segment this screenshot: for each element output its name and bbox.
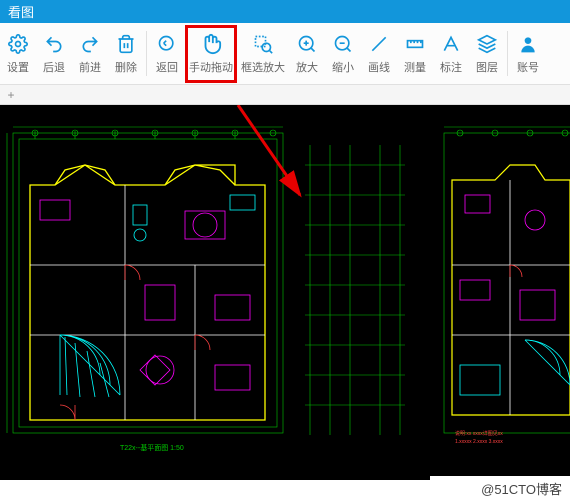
zoom-out-button[interactable]: 缩小 [325, 25, 361, 83]
gear-icon [7, 33, 29, 55]
redo-icon [79, 33, 101, 55]
measure-label: 测量 [404, 59, 426, 75]
box-zoom-icon [252, 33, 274, 55]
line-icon [368, 33, 390, 55]
zoom-out-label: 缩小 [332, 59, 354, 75]
hand-icon [200, 33, 222, 55]
annotate-label: 标注 [440, 59, 462, 75]
box-zoom-button[interactable]: 框选放大 [237, 25, 289, 83]
annotate-button[interactable]: 标注 [433, 25, 469, 83]
tab-strip: + [0, 85, 570, 105]
app-title: 看图 [8, 2, 34, 21]
line-label: 画线 [368, 59, 390, 75]
pan-label: 手动拖动 [189, 59, 233, 75]
toolbar-separator [146, 31, 147, 76]
return-button[interactable]: 返回 [149, 25, 185, 83]
layers-icon [476, 33, 498, 55]
back-label: 后退 [43, 59, 65, 75]
zoom-out-icon [332, 33, 354, 55]
annotation-arrow [0, 105, 570, 480]
undo-icon [43, 33, 65, 55]
layers-label: 图层 [476, 59, 498, 75]
add-tab-button[interactable]: + [4, 88, 18, 102]
delete-label: 删除 [115, 59, 137, 75]
watermark-text: @51CTO博客 [481, 479, 562, 498]
line-button[interactable]: 画线 [361, 25, 397, 83]
trash-icon [115, 33, 137, 55]
back-button[interactable]: 后退 [36, 25, 72, 83]
cad-canvas[interactable]: T22x--基平面图 1:50 [0, 105, 570, 480]
title-bar: 看图 [0, 0, 570, 23]
watermark: @51CTO博客 [430, 476, 570, 500]
annotate-icon [440, 33, 462, 55]
return-icon [156, 33, 178, 55]
measure-icon [404, 33, 426, 55]
toolbar-separator [507, 31, 508, 76]
account-label: 账号 [517, 59, 539, 75]
zoom-in-button[interactable]: 放大 [289, 25, 325, 83]
measure-button[interactable]: 测量 [397, 25, 433, 83]
forward-label: 前进 [79, 59, 101, 75]
pan-button[interactable]: 手动拖动 [185, 25, 237, 83]
forward-button[interactable]: 前进 [72, 25, 108, 83]
account-button[interactable]: 账号 [510, 25, 546, 83]
settings-label: 设置 [7, 59, 29, 75]
layers-button[interactable]: 图层 [469, 25, 505, 83]
box-zoom-label: 框选放大 [241, 59, 285, 75]
return-label: 返回 [156, 59, 178, 75]
settings-button[interactable]: 设置 [0, 25, 36, 83]
zoom-in-icon [296, 33, 318, 55]
user-icon [517, 33, 539, 55]
delete-button[interactable]: 删除 [108, 25, 144, 83]
zoom-in-label: 放大 [296, 59, 318, 75]
toolbar: 设置 后退 前进 删除 返回 手动拖动 框选放大 放大 缩小 画线 测量 [0, 23, 570, 85]
